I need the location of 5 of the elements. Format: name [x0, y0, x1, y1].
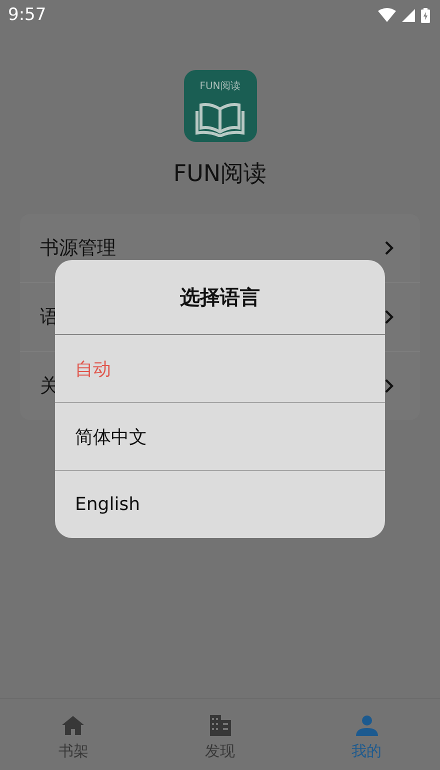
- logo-label: FUN阅读: [200, 80, 240, 93]
- status-time: 9:57: [8, 5, 46, 25]
- menu-item-label: 书源管理: [40, 236, 116, 261]
- dialog-title: 选择语言: [55, 260, 385, 335]
- app-name: FUN阅读: [173, 160, 267, 189]
